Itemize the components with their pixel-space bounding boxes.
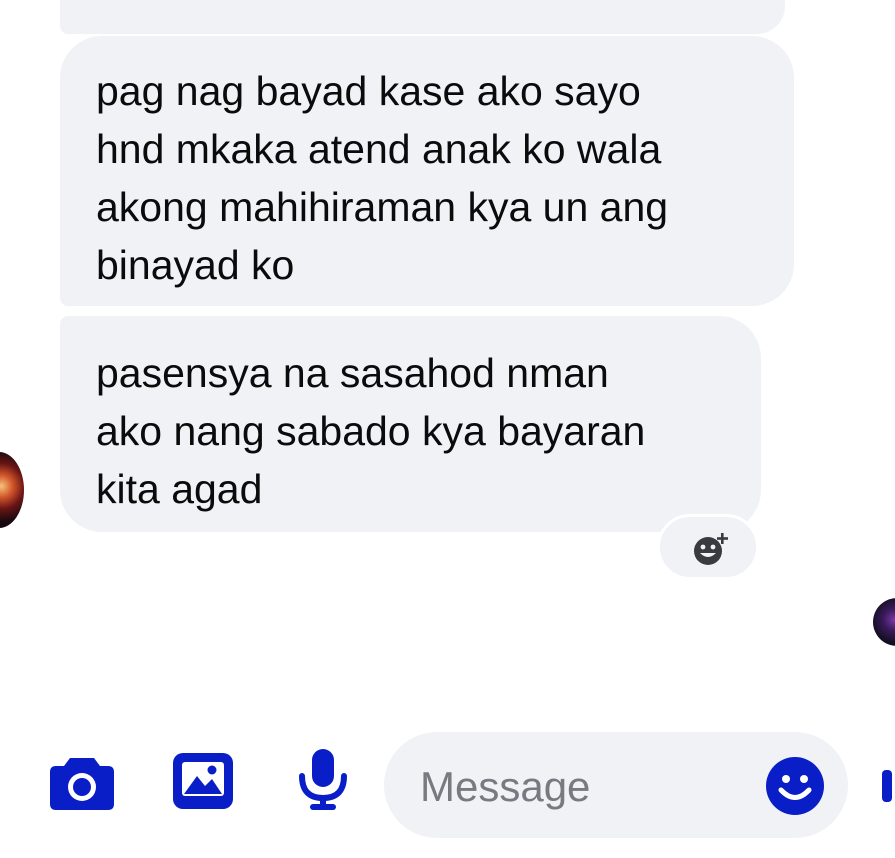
sender-avatar[interactable] <box>0 452 24 528</box>
message-bubble[interactable]: pasensya na sasahod nman ako nang sabado… <box>60 316 761 532</box>
gallery-button[interactable] <box>172 752 234 810</box>
add-reaction-icon <box>694 533 728 565</box>
thumbs-up-icon[interactable] <box>882 770 892 802</box>
camera-button[interactable] <box>48 752 116 812</box>
emoji-icon <box>766 757 824 815</box>
previous-message-bubble <box>60 0 785 34</box>
camera-icon <box>50 758 114 810</box>
image-icon <box>173 753 233 809</box>
seen-avatar <box>873 598 895 646</box>
message-bubble[interactable]: pag nag bayad kase ako sayo hnd mkaka at… <box>60 36 794 306</box>
message-placeholder: Message <box>420 763 591 810</box>
voice-button[interactable] <box>297 748 349 812</box>
emoji-button[interactable] <box>766 757 824 820</box>
add-reaction-button[interactable] <box>657 514 759 580</box>
microphone-icon <box>299 749 347 810</box>
message-input[interactable]: Message <box>384 732 848 838</box>
